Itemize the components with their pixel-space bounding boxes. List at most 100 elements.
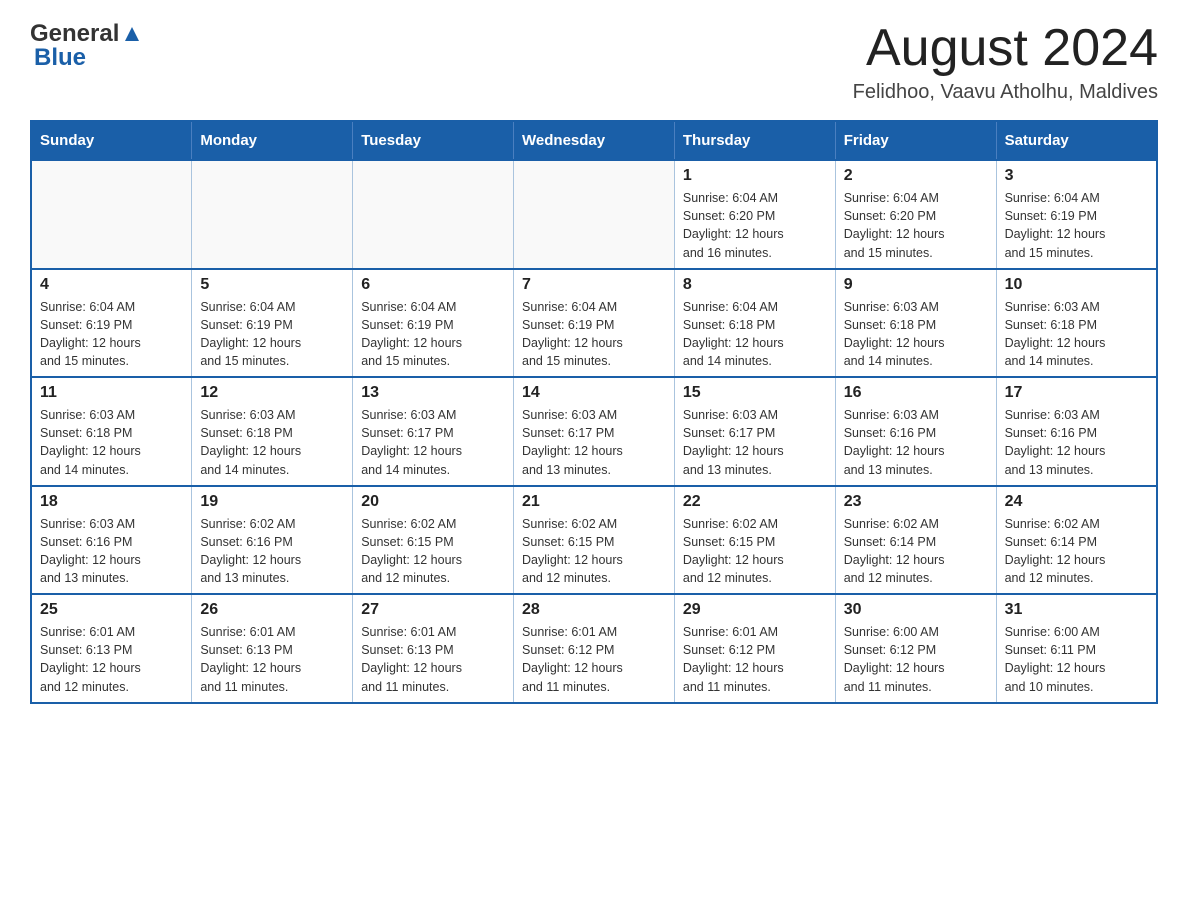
calendar-cell: 11Sunrise: 6:03 AM Sunset: 6:18 PM Dayli…: [31, 377, 192, 486]
day-info: Sunrise: 6:02 AM Sunset: 6:14 PM Dayligh…: [1005, 515, 1148, 588]
day-number: 18: [40, 493, 183, 511]
day-of-week-header: Sunday: [31, 121, 192, 160]
calendar-cell: 15 Sunrise: 6:03 AM Sunset: 6:17 PM Dayli…: [674, 377, 835, 486]
day-number: 27: [361, 601, 505, 619]
calendar-header: SundayMondayTuesdayWednesdayThursdayFrid…: [31, 121, 1157, 160]
day-number: 25: [40, 601, 183, 619]
day-info: Sunrise: 6:01 AM Sunset: 6:13 PM Dayligh…: [200, 623, 344, 696]
day-of-week-header: Monday: [192, 121, 353, 160]
day-info: Sunrise: 6:04 AM Sunset: 6:18 PM Dayligh…: [683, 298, 827, 371]
day-number: 10: [1005, 276, 1148, 294]
day-info: Sunrise: 6:03 AM Sunset: 6:17 PM Dayligh…: [361, 406, 505, 479]
day-info: Sunrise: 6:03 AM Sunset: 6:18 PM Dayligh…: [844, 298, 988, 371]
day-number: 19: [200, 493, 344, 511]
calendar-cell: 1 Sunrise: 6:04 AM Sunset: 6:20 PM Daylig…: [674, 160, 835, 269]
day-info: Sunrise: 6:04 AM Sunset: 6:19 PM Dayligh…: [200, 298, 344, 371]
calendar-cell: 26 Sunrise: 6:01 AM Sunset: 6:13 PM Dayli…: [192, 594, 353, 703]
day-number: 13: [361, 384, 505, 402]
calendar-week-row: 4Sunrise: 6:04 AM Sunset: 6:19 PM Daylig…: [31, 269, 1157, 378]
calendar-cell: 23Sunrise: 6:02 AM Sunset: 6:14 PM Dayli…: [835, 486, 996, 595]
calendar-cell: [514, 160, 675, 269]
day-of-week-header: Thursday: [674, 121, 835, 160]
day-info: Sunrise: 6:02 AM Sunset: 6:16 PM Dayligh…: [200, 515, 344, 588]
calendar-cell: 17 Sunrise: 6:03 AM Sunset: 6:16 PM Dayli…: [996, 377, 1157, 486]
calendar-cell: 31 Sunrise: 6:00 AM Sunset: 6:11 PM Dayli…: [996, 594, 1157, 703]
day-number: 7: [522, 276, 666, 294]
day-number: 8: [683, 276, 827, 294]
calendar-cell: 28 Sunrise: 6:01 AM Sunset: 6:12 PM Dayli…: [514, 594, 675, 703]
calendar-cell: 4Sunrise: 6:04 AM Sunset: 6:19 PM Daylig…: [31, 269, 192, 378]
day-number: 1: [683, 167, 827, 185]
calendar-cell: 9Sunrise: 6:03 AM Sunset: 6:18 PM Daylig…: [835, 269, 996, 378]
day-info: Sunrise: 6:02 AM Sunset: 6:15 PM Dayligh…: [522, 515, 666, 588]
logo: General Blue: [30, 20, 145, 72]
day-info: Sunrise: 6:00 AM Sunset: 6:11 PM Dayligh…: [1005, 623, 1148, 696]
day-info: Sunrise: 6:02 AM Sunset: 6:15 PM Dayligh…: [683, 515, 827, 588]
day-info: Sunrise: 6:03 AM Sunset: 6:18 PM Dayligh…: [40, 406, 183, 479]
day-number: 3: [1005, 167, 1148, 185]
day-info: Sunrise: 6:03 AM Sunset: 6:16 PM Dayligh…: [844, 406, 988, 479]
calendar-cell: 5 Sunrise: 6:04 AM Sunset: 6:19 PM Daylig…: [192, 269, 353, 378]
logo-blue-text: Blue: [34, 44, 86, 72]
calendar-cell: 12 Sunrise: 6:03 AM Sunset: 6:18 PM Dayli…: [192, 377, 353, 486]
calendar-cell: 29Sunrise: 6:01 AM Sunset: 6:12 PM Dayli…: [674, 594, 835, 703]
day-info: Sunrise: 6:03 AM Sunset: 6:18 PM Dayligh…: [200, 406, 344, 479]
calendar-cell: 16 Sunrise: 6:03 AM Sunset: 6:16 PM Dayli…: [835, 377, 996, 486]
day-info: Sunrise: 6:04 AM Sunset: 6:20 PM Dayligh…: [683, 189, 827, 262]
day-number: 17: [1005, 384, 1148, 402]
day-number: 5: [200, 276, 344, 294]
day-number: 22: [683, 493, 827, 511]
calendar-cell: 22 Sunrise: 6:02 AM Sunset: 6:15 PM Dayli…: [674, 486, 835, 595]
day-number: 31: [1005, 601, 1148, 619]
day-number: 2: [844, 167, 988, 185]
calendar-cell: 13 Sunrise: 6:03 AM Sunset: 6:17 PM Dayli…: [353, 377, 514, 486]
calendar-cell: 2 Sunrise: 6:04 AM Sunset: 6:20 PM Daylig…: [835, 160, 996, 269]
logo-triangle-icon: [121, 23, 143, 45]
day-info: Sunrise: 6:00 AM Sunset: 6:12 PM Dayligh…: [844, 623, 988, 696]
calendar-cell: [31, 160, 192, 269]
calendar-cell: 18 Sunrise: 6:03 AM Sunset: 6:16 PM Dayli…: [31, 486, 192, 595]
calendar-week-row: 1 Sunrise: 6:04 AM Sunset: 6:20 PM Daylig…: [31, 160, 1157, 269]
day-number: 12: [200, 384, 344, 402]
calendar-cell: 6 Sunrise: 6:04 AM Sunset: 6:19 PM Daylig…: [353, 269, 514, 378]
day-number: 6: [361, 276, 505, 294]
day-number: 15: [683, 384, 827, 402]
calendar-cell: 20Sunrise: 6:02 AM Sunset: 6:15 PM Dayli…: [353, 486, 514, 595]
day-of-week-header: Friday: [835, 121, 996, 160]
day-number: 26: [200, 601, 344, 619]
calendar-cell: 30 Sunrise: 6:00 AM Sunset: 6:12 PM Dayli…: [835, 594, 996, 703]
calendar-cell: 3Sunrise: 6:04 AM Sunset: 6:19 PM Daylig…: [996, 160, 1157, 269]
day-info: Sunrise: 6:04 AM Sunset: 6:19 PM Dayligh…: [522, 298, 666, 371]
day-number: 21: [522, 493, 666, 511]
calendar-cell: 27 Sunrise: 6:01 AM Sunset: 6:13 PM Dayli…: [353, 594, 514, 703]
day-info: Sunrise: 6:01 AM Sunset: 6:12 PM Dayligh…: [683, 623, 827, 696]
day-of-week-header: Wednesday: [514, 121, 675, 160]
location: Felidhoo, Vaavu Atholhu, Maldives: [853, 81, 1158, 104]
day-number: 16: [844, 384, 988, 402]
day-number: 28: [522, 601, 666, 619]
days-of-week-row: SundayMondayTuesdayWednesdayThursdayFrid…: [31, 121, 1157, 160]
day-number: 30: [844, 601, 988, 619]
calendar-cell: [192, 160, 353, 269]
calendar-cell: [353, 160, 514, 269]
day-info: Sunrise: 6:03 AM Sunset: 6:16 PM Dayligh…: [40, 515, 183, 588]
calendar-cell: 25Sunrise: 6:01 AM Sunset: 6:13 PM Dayli…: [31, 594, 192, 703]
title-area: August 2024 Felidhoo, Vaavu Atholhu, Mal…: [853, 20, 1158, 104]
day-number: 23: [844, 493, 988, 511]
day-info: Sunrise: 6:04 AM Sunset: 6:20 PM Dayligh…: [844, 189, 988, 262]
day-info: Sunrise: 6:04 AM Sunset: 6:19 PM Dayligh…: [40, 298, 183, 371]
calendar-cell: 8 Sunrise: 6:04 AM Sunset: 6:18 PM Daylig…: [674, 269, 835, 378]
day-info: Sunrise: 6:01 AM Sunset: 6:13 PM Dayligh…: [361, 623, 505, 696]
calendar-cell: 19 Sunrise: 6:02 AM Sunset: 6:16 PM Dayli…: [192, 486, 353, 595]
page-header: General Blue August 2024 Felidhoo, Vaavu…: [30, 20, 1158, 104]
calendar-cell: 10Sunrise: 6:03 AM Sunset: 6:18 PM Dayli…: [996, 269, 1157, 378]
day-info: Sunrise: 6:04 AM Sunset: 6:19 PM Dayligh…: [361, 298, 505, 371]
calendar-week-row: 25 Sunrise: 6:01 AM Sunset: 6:13 PM Dayli…: [31, 594, 1157, 703]
day-info: Sunrise: 6:03 AM Sunset: 6:16 PM Dayligh…: [1005, 406, 1148, 479]
calendar-table: SundayMondayTuesdayWednesdayThursdayFrid…: [30, 120, 1158, 704]
day-info: Sunrise: 6:03 AM Sunset: 6:17 PM Dayligh…: [683, 406, 827, 479]
calendar-cell: 21 Sunrise: 6:02 AM Sunset: 6:15 PM Dayli…: [514, 486, 675, 595]
calendar-week-row: 18 Sunrise: 6:03 AM Sunset: 6:16 PM Dayli…: [31, 486, 1157, 595]
day-info: Sunrise: 6:01 AM Sunset: 6:12 PM Dayligh…: [522, 623, 666, 696]
day-of-week-header: Saturday: [996, 121, 1157, 160]
